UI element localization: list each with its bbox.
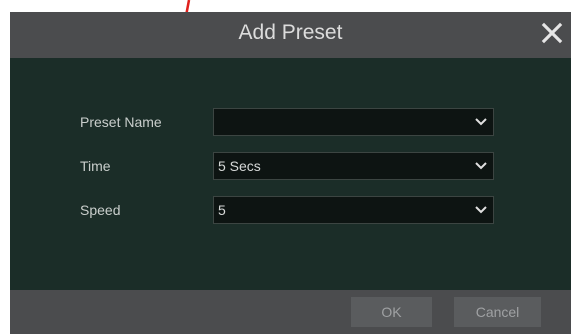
time-select[interactable]: 5 Secs xyxy=(213,152,494,180)
time-value: 5 Secs xyxy=(218,158,261,174)
speed-label: Speed xyxy=(80,202,121,218)
preset-name-row: Preset Name xyxy=(10,108,571,136)
speed-select[interactable]: 5 xyxy=(213,196,494,224)
preset-name-select[interactable] xyxy=(213,108,494,136)
chevron-down-icon xyxy=(475,162,487,170)
speed-row: Speed 5 xyxy=(10,196,571,224)
dialog-body: Preset Name Time 5 Secs Speed 5 xyxy=(10,58,571,290)
dialog-footer: OK Cancel xyxy=(10,290,571,334)
chevron-down-icon xyxy=(475,206,487,214)
ok-button[interactable]: OK xyxy=(351,297,432,327)
close-icon[interactable] xyxy=(539,20,565,46)
time-label: Time xyxy=(80,158,111,174)
chevron-down-icon xyxy=(475,118,487,126)
speed-value: 5 xyxy=(218,202,226,218)
time-row: Time 5 Secs xyxy=(10,152,571,180)
add-preset-dialog: Add Preset Preset Name Time 5 Secs Speed… xyxy=(10,12,571,334)
dialog-title: Add Preset xyxy=(238,21,343,44)
preset-name-label: Preset Name xyxy=(80,114,162,130)
dialog-title-bar: Add Preset xyxy=(10,12,571,58)
cancel-button[interactable]: Cancel xyxy=(454,297,541,327)
